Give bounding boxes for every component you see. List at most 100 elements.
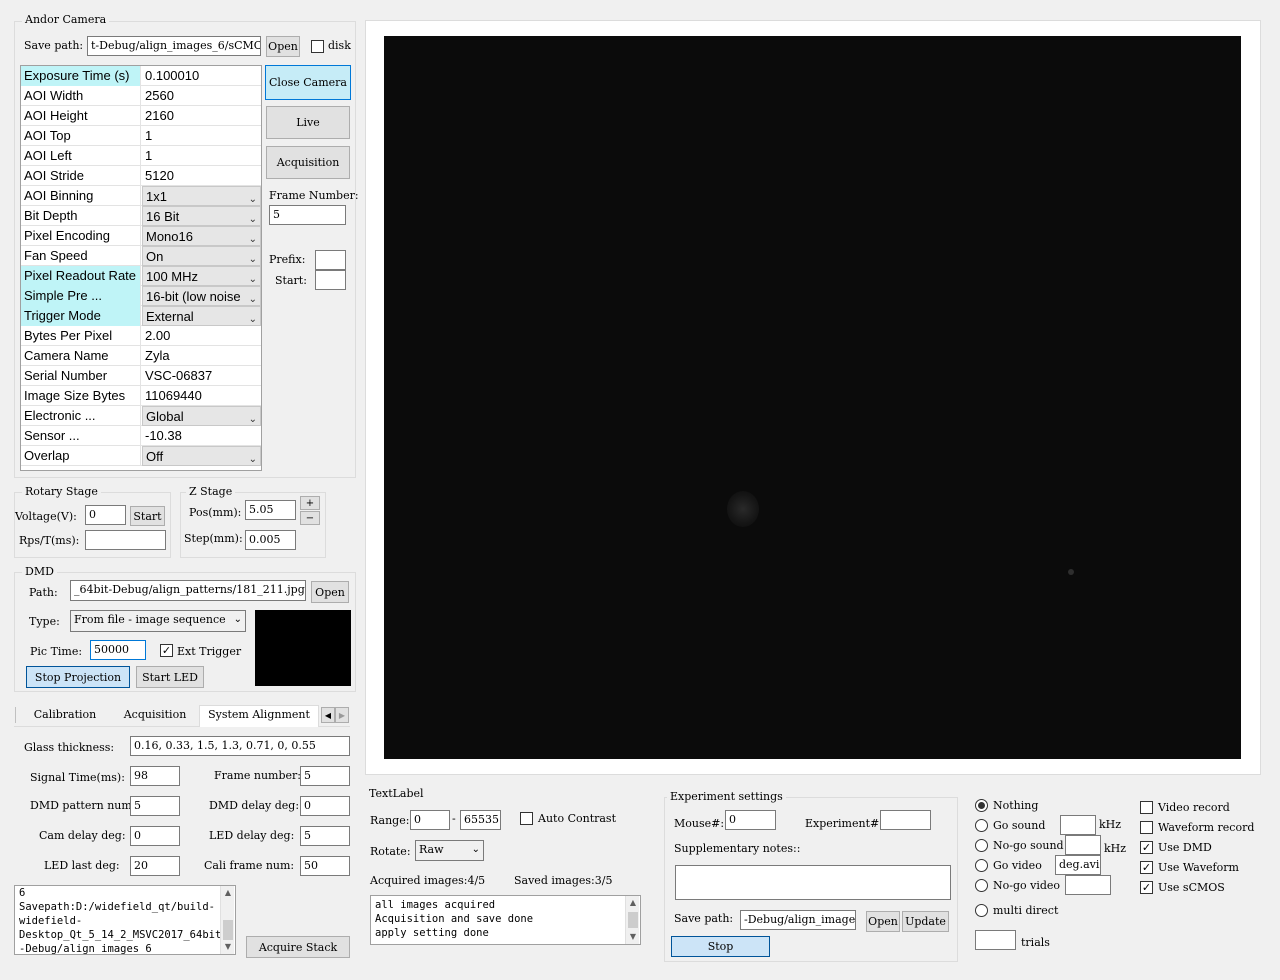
property-value-select[interactable]: Off ⌄ <box>142 446 261 466</box>
mode-radio-button[interactable] <box>975 819 988 832</box>
camera-property-table[interactable]: Exposure Time (s) 0.100010 AOI Width 2560 AO… <box>20 65 262 471</box>
experiment-input[interactable] <box>880 810 931 830</box>
ext-trigger-checkbox[interactable]: ✓ <box>160 644 173 657</box>
property-value-select[interactable]: External ⌄ <box>142 306 261 326</box>
property-value-select[interactable]: 1x1 ⌄ <box>142 186 261 206</box>
z-plus-button[interactable]: + <box>300 496 320 510</box>
property-row[interactable]: Simple Pre ... 16-bit (low noise ⌄ <box>21 286 261 306</box>
property-value-select[interactable]: 100 MHz ⌄ <box>142 266 261 286</box>
signal-time-input[interactable]: 98 <box>130 766 180 786</box>
property-row[interactable]: AOI Binning 1x1 ⌄ <box>21 186 261 206</box>
property-row[interactable]: Image Size Bytes 11069440 <box>21 386 261 406</box>
property-value[interactable]: 2.00 <box>142 326 261 346</box>
property-row[interactable]: Bit Depth 16 Bit ⌄ <box>21 206 261 226</box>
tab-scroll-left-button[interactable]: ◀ <box>321 707 335 723</box>
property-value[interactable]: 0.100010 <box>142 66 261 86</box>
step-input[interactable]: 0.005 <box>245 530 296 550</box>
property-row[interactable]: Camera Name Zyla <box>21 346 261 366</box>
z-minus-button[interactable]: − <box>300 511 320 525</box>
live-button[interactable]: Live <box>266 106 350 139</box>
tab-scroll-right-button[interactable]: ▶ <box>335 707 349 723</box>
property-value[interactable]: 2160 <box>142 106 261 126</box>
rotate-select[interactable]: Raw ⌄ <box>415 840 484 861</box>
trials-input[interactable] <box>975 930 1016 950</box>
experiment-save-path-input[interactable]: -Debug/align_images <box>740 910 856 930</box>
property-row[interactable]: AOI Stride 5120 <box>21 166 261 186</box>
property-value[interactable]: 5120 <box>142 166 261 186</box>
pic-time-input[interactable]: 50000 <box>90 640 146 660</box>
property-row[interactable]: Exposure Time (s) 0.100010 <box>21 66 261 86</box>
display-log-text[interactable]: all images acquired Acquisition and save… <box>370 895 641 945</box>
dmd-delay-input[interactable]: 0 <box>300 796 350 816</box>
property-row[interactable]: Fan Speed On ⌄ <box>21 246 261 266</box>
property-value[interactable]: 2560 <box>142 86 261 106</box>
dmd-type-select[interactable]: From file - image sequence ⌄ <box>70 610 246 632</box>
property-row[interactable]: AOI Width 2560 <box>21 86 261 106</box>
tab-system-alignment[interactable]: System Alignment <box>199 705 319 727</box>
go-sound-khz-input[interactable] <box>1060 815 1096 835</box>
alignment-log-scrollbar[interactable]: ▲ ▼ <box>220 886 234 954</box>
option-checkbox[interactable]: ✓ <box>1140 881 1153 894</box>
close-camera-button[interactable]: Close Camera <box>265 65 351 100</box>
frame-number-input[interactable]: 5 <box>269 205 346 225</box>
led-delay-input[interactable]: 5 <box>300 826 350 846</box>
experiment-update-button[interactable]: Update <box>902 911 949 932</box>
disk-checkbox[interactable] <box>311 40 324 53</box>
acquisition-button[interactable]: Acquisition <box>266 146 350 179</box>
property-row[interactable]: Electronic ... Global ⌄ <box>21 406 261 426</box>
start-led-button[interactable]: Start LED <box>136 666 204 688</box>
mode-radio-button[interactable] <box>975 904 988 917</box>
display-log-scrollbar[interactable]: ▲ ▼ <box>625 896 639 944</box>
cali-frame-num-input[interactable]: 50 <box>300 856 350 876</box>
scroll-up-icon[interactable]: ▲ <box>221 886 235 900</box>
no-go-video-file-input[interactable] <box>1065 875 1111 895</box>
auto-contrast-checkbox[interactable] <box>520 812 533 825</box>
scroll-down-icon[interactable]: ▼ <box>626 930 640 944</box>
no-go-sound-khz-input[interactable] <box>1065 835 1101 855</box>
property-row[interactable]: Pixel Readout Rate 100 MHz ⌄ <box>21 266 261 286</box>
range-min-input[interactable]: 0 <box>410 810 450 830</box>
pos-input[interactable]: 5.05 <box>245 500 296 520</box>
property-row[interactable]: AOI Left 1 <box>21 146 261 166</box>
option-checkbox[interactable]: ✓ <box>1140 841 1153 854</box>
property-row[interactable]: Trigger Mode External ⌄ <box>21 306 261 326</box>
start-input[interactable] <box>315 270 346 290</box>
property-value[interactable]: 1 <box>142 126 261 146</box>
voltage-input[interactable]: 0 <box>85 505 126 525</box>
rotary-start-button[interactable]: Start <box>130 506 165 526</box>
acquire-stack-button[interactable]: Acquire Stack <box>246 936 350 958</box>
cam-delay-input[interactable]: 0 <box>130 826 180 846</box>
mode-radio-button[interactable] <box>975 839 988 852</box>
range-max-input[interactable]: 65535 <box>460 810 501 830</box>
scroll-up-icon[interactable]: ▲ <box>626 896 640 910</box>
property-row[interactable]: Serial Number VSC-06837 <box>21 366 261 386</box>
glass-thickness-input[interactable]: 0.16, 0.33, 1.5, 1.3, 0.71, 0, 0.55 <box>130 736 350 756</box>
prefix-input[interactable] <box>315 250 346 270</box>
led-last-input[interactable]: 20 <box>130 856 180 876</box>
property-value-select[interactable]: 16-bit (low noise ⌄ <box>142 286 261 306</box>
stop-projection-button[interactable]: Stop Projection <box>26 666 130 688</box>
property-value-select[interactable]: Global ⌄ <box>142 406 261 426</box>
option-checkbox[interactable] <box>1140 801 1153 814</box>
option-checkbox[interactable] <box>1140 821 1153 834</box>
stop-button[interactable]: Stop <box>671 936 770 957</box>
go-video-file-input[interactable]: deg.avi <box>1055 855 1101 875</box>
property-row[interactable]: Overlap Off ⌄ <box>21 446 261 466</box>
property-value[interactable]: 1 <box>142 146 261 166</box>
mode-radio-button[interactable] <box>975 879 988 892</box>
dmd-path-input[interactable]: _64bit-Debug/align_patterns/181_211.jpg <box>70 580 306 601</box>
camera-save-path-open-button[interactable]: Open <box>266 36 300 57</box>
property-value-select[interactable]: 16 Bit ⌄ <box>142 206 261 226</box>
tab-calibration[interactable]: Calibration <box>22 706 108 726</box>
mode-radio-button[interactable] <box>975 859 988 872</box>
property-row[interactable]: Sensor ... -10.38 <box>21 426 261 446</box>
property-value-select[interactable]: Mono16 ⌄ <box>142 226 261 246</box>
scroll-thumb[interactable] <box>223 920 233 940</box>
mode-radio-button[interactable] <box>975 799 988 812</box>
property-value[interactable]: -10.38 <box>142 426 261 446</box>
property-value[interactable]: VSC-06837 <box>142 366 261 386</box>
supplementary-notes-input[interactable] <box>675 865 951 900</box>
dmd-pattern-num-input[interactable]: 5 <box>130 796 180 816</box>
property-row[interactable]: Pixel Encoding Mono16 ⌄ <box>21 226 261 246</box>
camera-image-view[interactable] <box>384 36 1241 759</box>
